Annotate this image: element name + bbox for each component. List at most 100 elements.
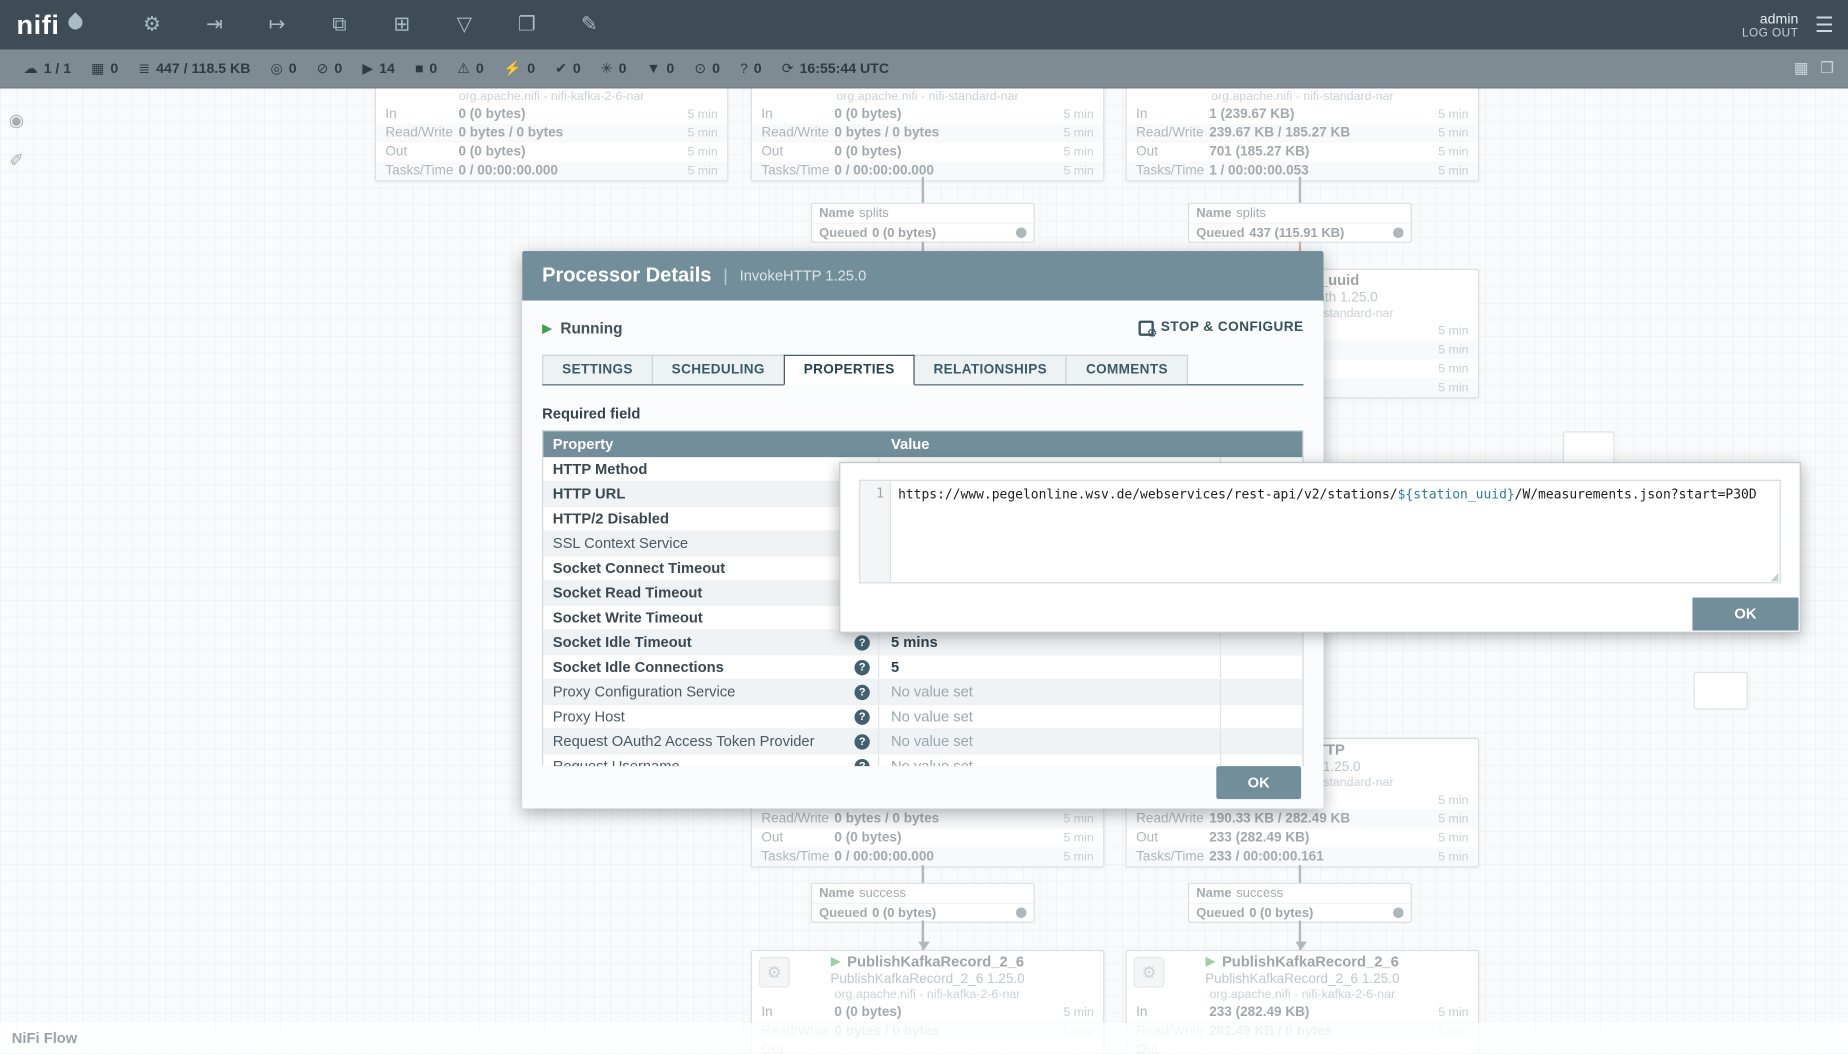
status-up-to-date: ✔0 bbox=[555, 60, 581, 77]
property-value[interactable]: No value set bbox=[879, 680, 1221, 704]
help-icon[interactable]: ? bbox=[854, 734, 869, 749]
property-cell: Socket Connect Timeout? bbox=[543, 556, 879, 580]
value-column-header: Value bbox=[879, 436, 1221, 453]
value-editor[interactable]: 1 https://www.pegelonline.wsv.de/webserv… bbox=[859, 480, 1781, 584]
processor-icon[interactable]: ⚙ bbox=[137, 9, 168, 40]
property-name: SSL Context Service bbox=[553, 535, 688, 552]
refresh-count: 16:55:44 UTC bbox=[799, 60, 889, 77]
property-name: Socket Idle Connections bbox=[553, 659, 724, 675]
property-cell: Socket Read Timeout? bbox=[543, 581, 879, 605]
property-cell: HTTP/2 Disabled? bbox=[543, 507, 879, 531]
url-expression-segment: ${station_uuid} bbox=[1398, 487, 1515, 502]
value-editor-text[interactable]: https://www.pegelonline.wsv.de/webservic… bbox=[891, 481, 1780, 582]
property-cell: Proxy Host? bbox=[543, 705, 879, 729]
funnel-icon[interactable]: ▽ bbox=[449, 9, 480, 40]
status-not-transmitting: ⊘0 bbox=[317, 60, 343, 77]
row-filler bbox=[1221, 631, 1302, 655]
logo-text: nifi bbox=[16, 9, 59, 41]
status-invalid: ⚠0 bbox=[457, 60, 483, 77]
active-threads-count: 0 bbox=[110, 60, 118, 77]
property-name: Proxy Host bbox=[553, 708, 625, 725]
stop-and-configure-button[interactable]: STOP & CONFIGURE bbox=[1138, 320, 1303, 335]
row-filler bbox=[1221, 754, 1302, 766]
not-transmitting-icon: ⊘ bbox=[317, 60, 329, 77]
property-row: Request OAuth2 Access Token Provider?No … bbox=[543, 730, 1302, 755]
property-name: Socket Idle Timeout bbox=[553, 634, 692, 651]
menu-icon[interactable]: ☰ bbox=[1815, 12, 1834, 37]
component-toolbar: ⚙ ⇥ ↦ ⧉ ⊞ ▽ ❐ ✎ bbox=[137, 9, 605, 40]
active-threads-icon: ▦ bbox=[91, 60, 104, 77]
row-filler bbox=[1221, 705, 1302, 729]
app-header: nifi ⚙ ⇥ ↦ ⧉ ⊞ ▽ ❐ ✎ admin LOG OUT ☰ bbox=[0, 0, 1848, 49]
help-icon[interactable]: ? bbox=[854, 659, 869, 674]
logout-link[interactable]: LOG OUT bbox=[1742, 27, 1798, 40]
row-filler bbox=[1221, 655, 1302, 679]
remote-process-group-icon[interactable]: ⊞ bbox=[387, 9, 418, 40]
status-disabled: ⚡0 bbox=[504, 60, 535, 77]
tab-comments[interactable]: COMMENTS bbox=[1066, 355, 1188, 384]
required-field-label: Required field bbox=[542, 405, 1303, 422]
property-row: Socket Idle Connections? 5 bbox=[543, 655, 1302, 680]
dialog-ok-button[interactable]: OK bbox=[1216, 766, 1301, 799]
disabled-icon: ⚡ bbox=[504, 60, 522, 77]
nifi-logo: nifi bbox=[0, 9, 113, 41]
status-cluster: ☁ 1 / 1 bbox=[24, 60, 72, 77]
running-icon: ▶ bbox=[542, 320, 552, 335]
property-cell: Socket Idle Timeout? bbox=[543, 631, 879, 655]
resize-handle-icon[interactable]: ◢ bbox=[1770, 570, 1778, 583]
queued-icon: ≣ bbox=[138, 60, 150, 77]
property-value[interactable]: No value set bbox=[879, 705, 1221, 729]
property-name: Socket Connect Timeout bbox=[553, 560, 725, 577]
grid-icon[interactable]: ▦ bbox=[1794, 59, 1808, 78]
property-cell: Request OAuth2 Access Token Provider? bbox=[543, 730, 879, 754]
invalid-icon: ⚠ bbox=[457, 60, 470, 77]
up-to-date-count: 0 bbox=[573, 60, 581, 77]
cluster-count: 1 / 1 bbox=[44, 60, 72, 77]
dialog-subtitle: InvokeHTTP 1.25.0 bbox=[740, 268, 867, 285]
status-bar: ☁1 / 1▦0≣447 / 118.5 KB◎0⊘0▶14■0⚠0⚡0✔0✳0… bbox=[0, 49, 1848, 88]
property-row: Proxy Configuration Service? No value set bbox=[543, 680, 1302, 705]
sync-failure-count: 0 bbox=[754, 60, 762, 77]
up-to-date-icon: ✔ bbox=[555, 60, 567, 77]
status-transmitting: ◎0 bbox=[271, 60, 297, 77]
property-value[interactable]: 5 bbox=[879, 655, 1221, 679]
property-value[interactable]: 5 mins bbox=[879, 631, 1221, 655]
help-icon[interactable]: ? bbox=[854, 635, 869, 650]
tab-settings[interactable]: SETTINGS bbox=[542, 355, 653, 384]
value-editor-popup: 1 https://www.pegelonline.wsv.de/webserv… bbox=[839, 462, 1801, 633]
tab-relationships[interactable]: RELATIONSHIPS bbox=[913, 355, 1067, 384]
processor-status-row: ▶ Running STOP & CONFIGURE bbox=[542, 316, 1303, 340]
property-name: HTTP/2 Disabled bbox=[553, 510, 669, 527]
help-icon[interactable]: ? bbox=[854, 709, 869, 724]
property-value[interactable]: No value set bbox=[879, 730, 1221, 754]
properties-table-header: Property Value bbox=[543, 431, 1302, 457]
tab-properties[interactable]: PROPERTIES bbox=[784, 355, 915, 386]
template-icon[interactable]: ❐ bbox=[511, 9, 542, 40]
help-icon[interactable]: ? bbox=[854, 758, 869, 766]
status-refresh: ⟳16:55:44 UTC bbox=[782, 60, 889, 77]
status-active-threads: ▦0 bbox=[91, 60, 118, 77]
header-right: admin LOG OUT ☰ bbox=[1742, 10, 1848, 39]
help-icon[interactable]: ? bbox=[854, 684, 869, 699]
stopped-count: 0 bbox=[429, 60, 437, 77]
queued-count: 447 / 118.5 KB bbox=[156, 60, 250, 77]
locally-modified-stale-count: 0 bbox=[712, 60, 720, 77]
process-group-icon[interactable]: ⧉ bbox=[324, 9, 355, 40]
url-plain-segment: /W/measurements.json?start=P30D bbox=[1515, 487, 1757, 502]
status-locally-modified-stale: ⊙0 bbox=[694, 60, 720, 77]
panel-icon[interactable]: ❒ bbox=[1820, 59, 1834, 78]
output-port-icon[interactable]: ↦ bbox=[262, 9, 293, 40]
tab-scheduling[interactable]: SCHEDULING bbox=[652, 355, 785, 384]
running-icon: ▶ bbox=[362, 60, 373, 77]
property-value[interactable]: No value set bbox=[879, 754, 1221, 766]
stop-configure-icon bbox=[1138, 320, 1153, 335]
property-cell: HTTP URL? bbox=[543, 482, 879, 506]
property-cell: SSL Context Service? bbox=[543, 532, 879, 556]
locally-modified-icon: ✳ bbox=[601, 60, 613, 77]
property-cell: HTTP Method? bbox=[543, 457, 879, 481]
input-port-icon[interactable]: ⇥ bbox=[199, 9, 230, 40]
label-icon[interactable]: ✎ bbox=[574, 9, 605, 40]
cluster-icon: ☁ bbox=[24, 60, 38, 77]
value-editor-ok-button[interactable]: OK bbox=[1692, 598, 1798, 631]
property-name: Proxy Configuration Service bbox=[553, 684, 736, 701]
